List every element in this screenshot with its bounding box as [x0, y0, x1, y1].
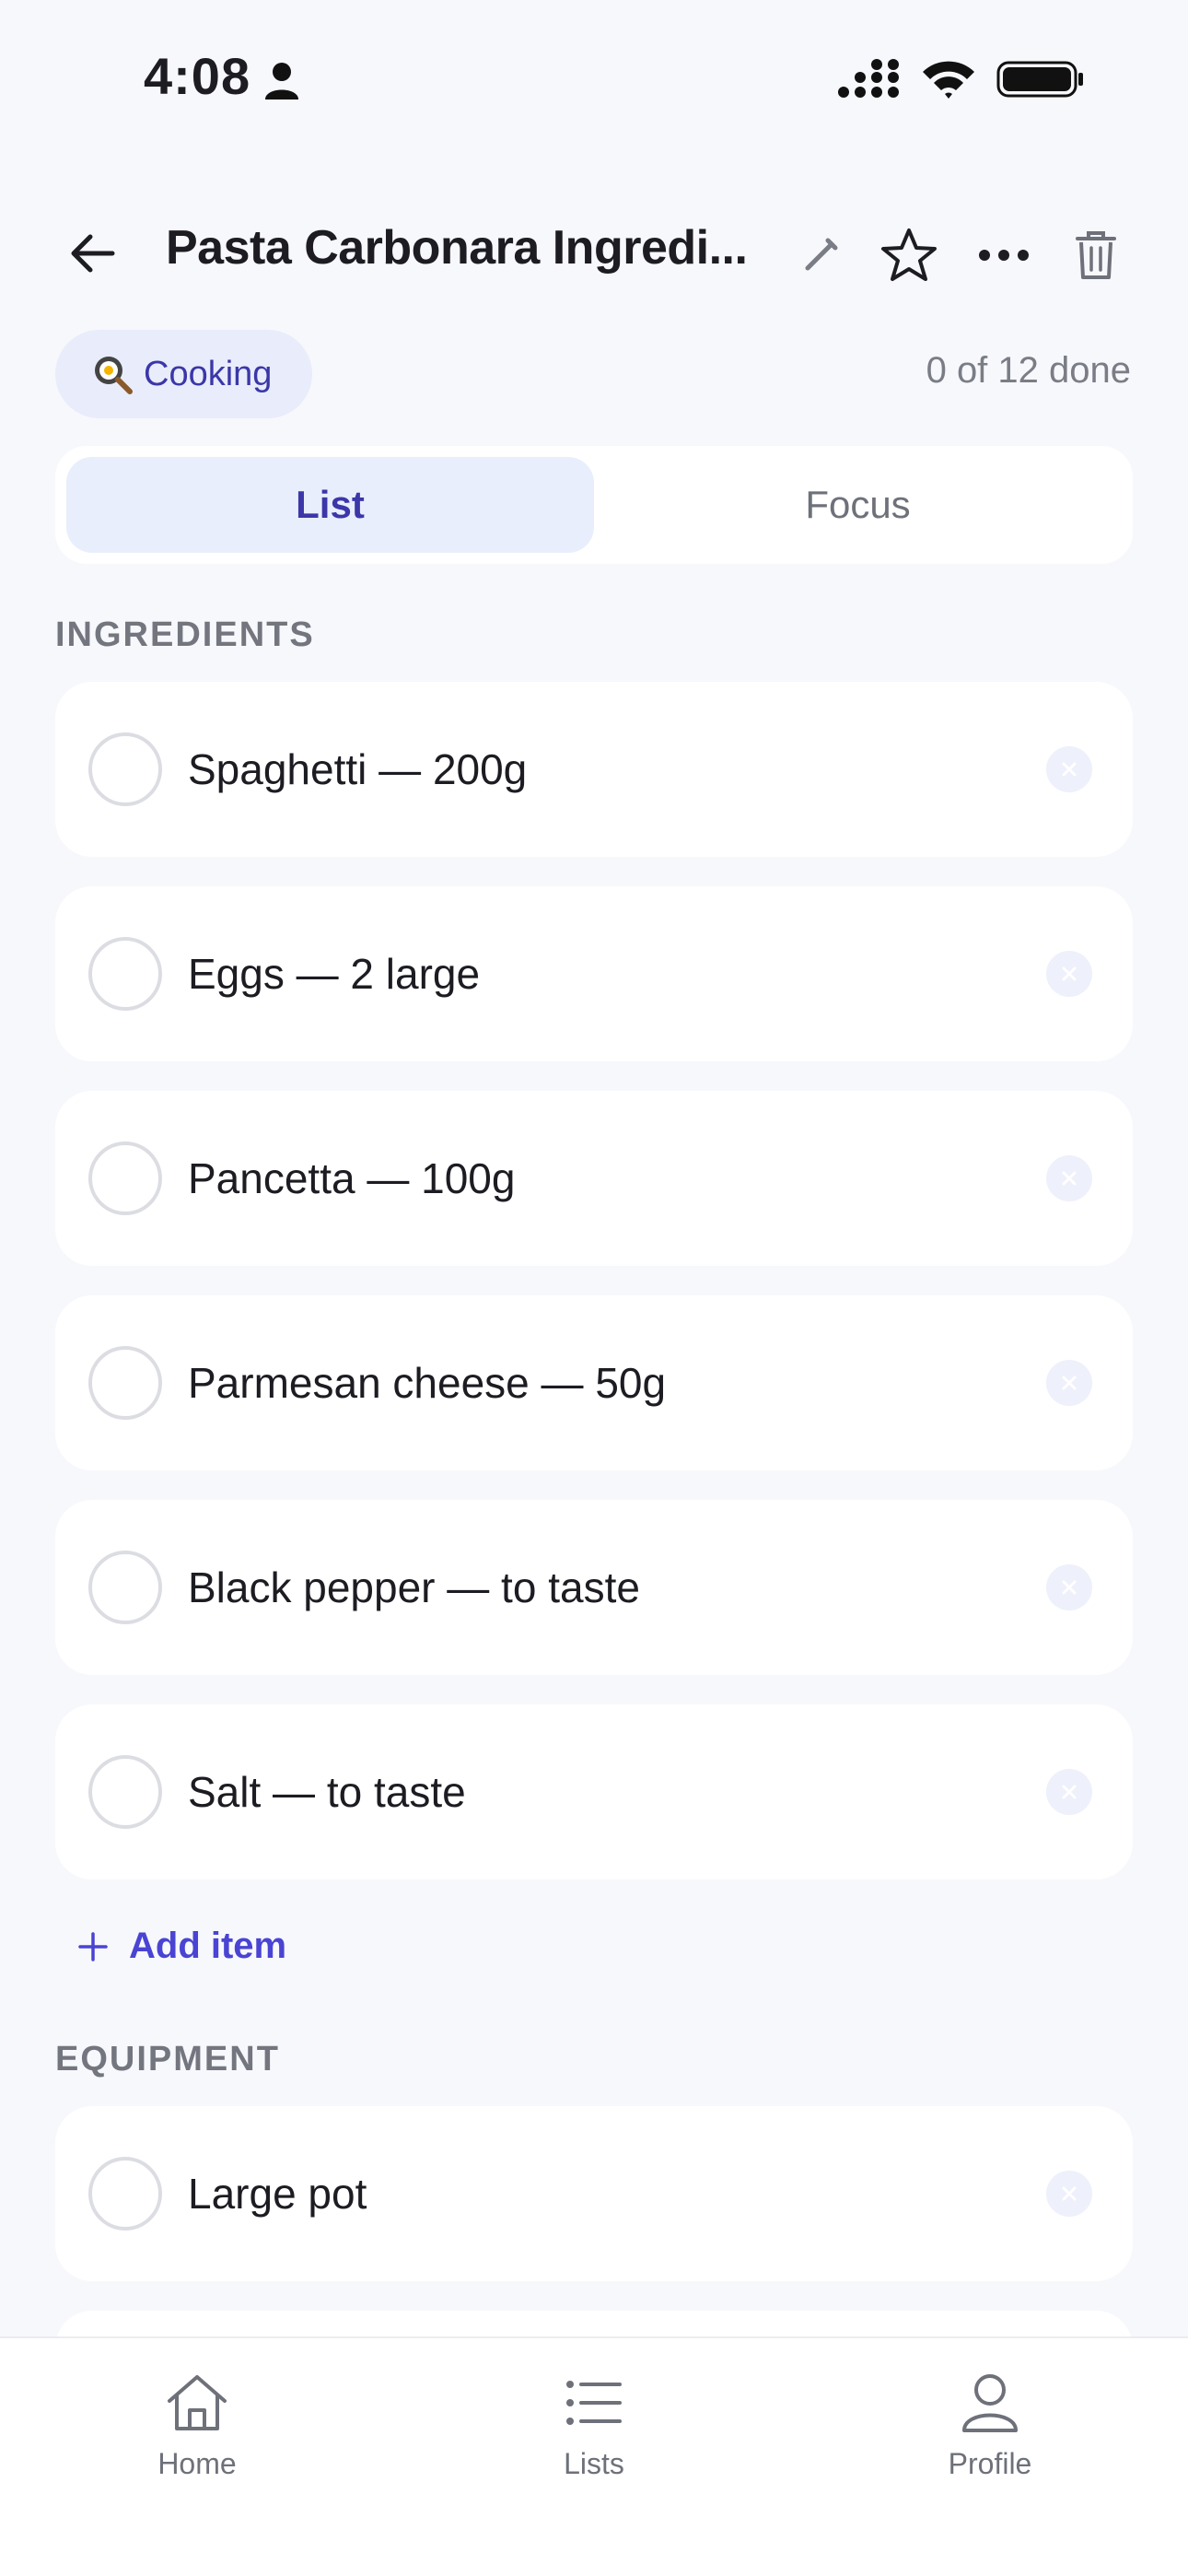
delete-list-button[interactable]: [1061, 220, 1131, 290]
remove-item-button[interactable]: [1046, 951, 1092, 997]
item-checkbox[interactable]: [88, 732, 162, 806]
item-text: Parmesan cheese — 50g: [188, 1359, 667, 1407]
list-header: Pasta Carbonara Ingredi...: [0, 207, 1188, 299]
remove-item-button[interactable]: [1046, 1564, 1092, 1610]
status-bar: 4:08: [0, 0, 1188, 161]
list-item[interactable]: Eggs — 2 large: [55, 886, 1133, 1061]
battery-icon: [996, 61, 1083, 98]
back-arrow-icon: [71, 234, 115, 273]
tab-lists[interactable]: Lists: [502, 2371, 686, 2481]
item-checkbox[interactable]: [88, 1142, 162, 1215]
item-text: Pancetta — 100g: [188, 1154, 516, 1202]
tab-profile[interactable]: Profile: [898, 2371, 1082, 2481]
pencil-icon: [805, 238, 838, 271]
remove-item-button[interactable]: [1046, 746, 1092, 792]
tab-focus[interactable]: Focus: [594, 457, 1122, 553]
remove-item-button[interactable]: [1046, 1360, 1092, 1406]
remove-item-button[interactable]: [1046, 1769, 1092, 1815]
tab-label: Profile: [948, 2447, 1032, 2480]
view-mode-toggle: List Focus: [55, 446, 1133, 564]
category-label: Cooking: [144, 354, 273, 393]
remove-item-button[interactable]: [1046, 2171, 1092, 2217]
list-item[interactable]: Parmesan cheese — 50g: [55, 1295, 1133, 1470]
close-icon: [1062, 1376, 1077, 1390]
item-checkbox[interactable]: [88, 1551, 162, 1624]
favorite-button[interactable]: [874, 220, 944, 290]
item-checkbox[interactable]: [88, 1346, 162, 1420]
close-icon: [1062, 966, 1077, 981]
add-item-label: Add item: [129, 1926, 287, 1966]
list-item[interactable]: Black pepper — to taste: [55, 1500, 1133, 1675]
item-text: Large pot: [188, 2170, 367, 2218]
person-icon: [962, 2374, 1018, 2432]
list-item[interactable]: Salt — to taste: [55, 1704, 1133, 1879]
item-text: Salt — to taste: [188, 1768, 466, 1816]
tab-label: Lists: [564, 2447, 624, 2480]
signal-icon: [838, 59, 899, 98]
frying-pan-icon: [95, 357, 133, 394]
close-icon: [1062, 2186, 1077, 2201]
item-checkbox[interactable]: [88, 2157, 162, 2231]
progress-count: 0 of 12 done: [926, 350, 1131, 391]
more-options-button[interactable]: [969, 220, 1039, 290]
person-icon: [265, 63, 298, 100]
item-text: Black pepper — to taste: [188, 1563, 640, 1611]
tab-list[interactable]: List: [66, 457, 594, 553]
tab-home[interactable]: Home: [105, 2371, 289, 2481]
item-text: Spaghetti — 200g: [188, 745, 528, 793]
remove-item-button[interactable]: [1046, 1155, 1092, 1201]
list-item[interactable]: Pancetta — 100g: [55, 1091, 1133, 1266]
list-icon: [566, 2381, 622, 2425]
list-item[interactable]: Spaghetti — 200g: [55, 682, 1133, 857]
home-icon: [168, 2375, 227, 2430]
edit-title-button[interactable]: [786, 220, 856, 290]
close-icon: [1062, 1171, 1077, 1186]
page-title: Pasta Carbonara Ingredi...: [166, 221, 748, 275]
bottom-tab-bar: Home Lists Profile: [0, 2336, 1188, 2576]
category-pill[interactable]: Cooking: [55, 330, 313, 418]
status-indicators: [838, 59, 1085, 100]
item-checkbox[interactable]: [88, 1755, 162, 1829]
close-icon: [1062, 762, 1077, 777]
close-icon: [1062, 1785, 1077, 1799]
star-icon: [881, 228, 937, 281]
close-icon: [1062, 1580, 1077, 1595]
item-text: Eggs — 2 large: [188, 950, 481, 998]
more-icon: [979, 250, 1029, 261]
add-item-button[interactable]: Add item: [77, 1926, 286, 1967]
item-checkbox[interactable]: [88, 937, 162, 1011]
status-time: 4:08: [144, 47, 251, 105]
section-header-equipment: EQUIPMENT: [55, 2040, 280, 2078]
back-button[interactable]: [61, 224, 125, 283]
trash-icon: [1076, 231, 1116, 279]
tab-label: Home: [157, 2447, 237, 2480]
plus-icon: [78, 1931, 108, 1961]
section-header-ingredients: INGREDIENTS: [55, 615, 315, 654]
list-item[interactable]: Large pot: [55, 2106, 1133, 2281]
wifi-icon: [923, 61, 974, 99]
